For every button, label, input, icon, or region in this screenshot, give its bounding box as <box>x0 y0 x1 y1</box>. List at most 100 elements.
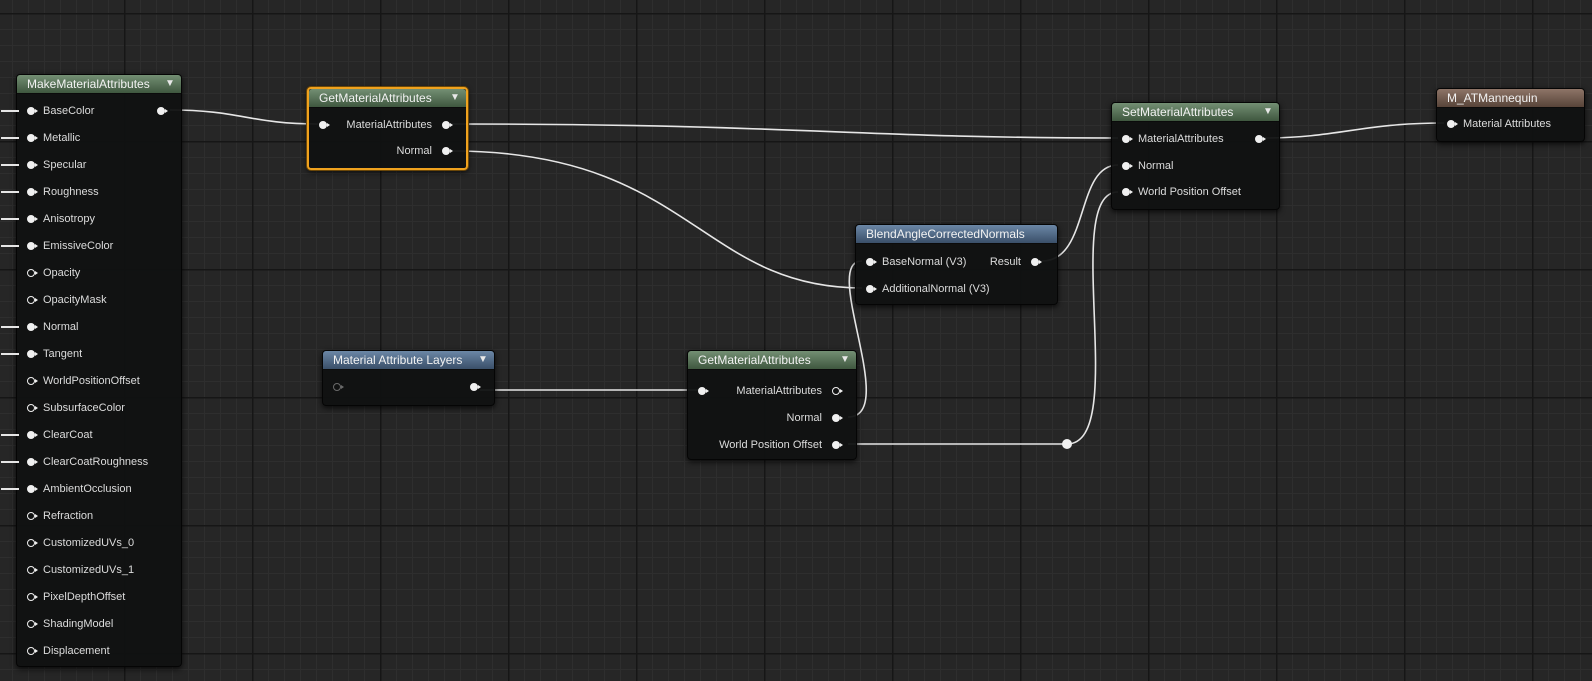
pin-row: World Position Offset <box>688 438 856 452</box>
pin-filled-icon[interactable] <box>832 441 843 449</box>
node-title: MakeMaterialAttributes <box>27 77 150 91</box>
pin-filled-icon[interactable] <box>1122 188 1133 196</box>
pin-filled-icon[interactable] <box>27 350 38 358</box>
pin-label: EmissiveColor <box>43 240 114 252</box>
make-material-attributes-node[interactable]: MakeMaterialAttributes ▼ BaseColor Metall… <box>1 74 182 667</box>
chevron-down-icon[interactable]: ▼ <box>448 89 462 107</box>
pin-filled-icon[interactable] <box>1122 135 1133 143</box>
pin-filled-icon[interactable] <box>27 431 38 439</box>
material-attribute-layers-node[interactable]: Material Attribute Layers ▼ <box>322 350 495 406</box>
pin-label: CustomizedUVs_0 <box>43 537 135 549</box>
wires-layer <box>169 109 1445 445</box>
node-header[interactable]: M_ATMannequin <box>1437 89 1584 108</box>
pin-row: Metallic <box>1 131 181 145</box>
pin-hollow-icon[interactable] <box>832 387 843 395</box>
pin-hollow-icon[interactable] <box>27 539 38 547</box>
pin-filled-icon[interactable] <box>470 383 481 391</box>
pin-row: Specular <box>1 158 181 172</box>
pin-filled-icon[interactable] <box>27 458 38 466</box>
pin-label: PixelDepthOffset <box>43 591 126 603</box>
pin-filled-icon[interactable] <box>157 107 168 115</box>
pin-filled-icon[interactable] <box>832 414 843 422</box>
pin-filled-icon[interactable] <box>27 323 38 331</box>
node-header[interactable]: MakeMaterialAttributes ▼ <box>17 75 181 94</box>
pin-row: Normal <box>1112 159 1279 173</box>
pin-filled-icon[interactable] <box>1031 258 1042 266</box>
wire-stub <box>1 488 19 490</box>
wire-stub <box>1 245 19 247</box>
pin-hollow-icon[interactable] <box>27 512 38 520</box>
pin-filled-icon[interactable] <box>1447 120 1458 128</box>
get-material-attributes-node-top[interactable]: GetMaterialAttributes ▼ MaterialAttribut… <box>307 87 468 170</box>
pin-hollow-icon[interactable] <box>27 269 38 277</box>
pin-filled-icon[interactable] <box>1255 135 1266 143</box>
pin-row: PixelDepthOffset <box>17 590 181 604</box>
pin-label: Displacement <box>43 645 110 657</box>
pin-row: MaterialAttributes <box>309 118 466 132</box>
pin-filled-icon[interactable] <box>27 161 38 169</box>
pin-row: EmissiveColor <box>1 239 181 253</box>
pin-row: BaseNormal (V3) Result <box>856 255 1057 269</box>
chevron-down-icon[interactable]: ▼ <box>476 351 490 369</box>
pin-label: BaseColor <box>43 105 95 117</box>
wire-stub <box>1 137 19 139</box>
pin-filled-icon[interactable] <box>27 107 38 115</box>
pin-hollow-icon[interactable] <box>27 647 38 655</box>
pin-filled-icon[interactable] <box>27 134 38 142</box>
pin-row: ShadingModel <box>17 617 181 631</box>
wire-basecolor-to-get[interactable] <box>169 109 319 125</box>
pin-label: AmbientOcclusion <box>43 483 132 495</box>
node-header[interactable]: GetMaterialAttributes ▼ <box>688 351 856 370</box>
pin-hollow-icon[interactable] <box>27 377 38 385</box>
chevron-down-icon[interactable]: ▼ <box>838 351 852 369</box>
wire-stub <box>1 164 19 166</box>
node-header[interactable]: SetMaterialAttributes ▼ <box>1112 103 1279 122</box>
pin-row: World Position Offset <box>1112 185 1279 199</box>
pin-filled-icon[interactable] <box>442 121 453 129</box>
set-material-attributes-node[interactable]: SetMaterialAttributes ▼ MaterialAttribut… <box>1111 102 1280 210</box>
pin-row: Refraction <box>17 509 181 523</box>
pin-label: WorldPositionOffset <box>43 375 140 387</box>
pin-hollow-icon[interactable] <box>27 404 38 412</box>
reroute-node[interactable] <box>1062 439 1072 449</box>
node-header[interactable]: GetMaterialAttributes ▼ <box>309 89 466 108</box>
pin-label: ClearCoat <box>43 429 93 441</box>
blend-angle-corrected-normals-node[interactable]: BlendAngleCorrectedNormals BaseNormal (V… <box>855 224 1058 305</box>
pin-row: Normal <box>688 411 856 425</box>
pin-row: CustomizedUVs_1 <box>17 563 181 577</box>
pin-hollow-icon[interactable] <box>333 383 344 391</box>
pin-hollow-icon[interactable] <box>27 620 38 628</box>
pin-filled-icon[interactable] <box>698 387 709 395</box>
pin-filled-icon[interactable] <box>442 147 453 155</box>
wire-get-ma-to-set[interactable] <box>451 123 1119 139</box>
pin-filled-icon[interactable] <box>866 258 877 266</box>
pin-filled-icon[interactable] <box>1122 162 1133 170</box>
chevron-down-icon[interactable]: ▼ <box>163 75 177 93</box>
wire-get-normal-to-blend[interactable] <box>451 150 863 289</box>
node-title: GetMaterialAttributes <box>319 91 432 105</box>
wire-stub <box>1 434 19 436</box>
pin-filled-icon[interactable] <box>27 485 38 493</box>
pin-row: Opacity <box>17 266 181 280</box>
pin-label: Normal <box>43 321 79 333</box>
pin-hollow-icon[interactable] <box>27 566 38 574</box>
wire-reroute-to-set-wpo[interactable] <box>1066 191 1119 445</box>
node-header[interactable]: Material Attribute Layers ▼ <box>323 351 494 370</box>
pin-filled-icon[interactable] <box>866 285 877 293</box>
pin-row: Normal <box>309 144 466 158</box>
pin-row: Displacement <box>17 644 181 658</box>
get-material-attributes-node-bottom[interactable]: GetMaterialAttributes ▼ MaterialAttribut… <box>687 350 857 460</box>
pin-filled-icon[interactable] <box>27 242 38 250</box>
pin-hollow-icon[interactable] <box>27 593 38 601</box>
wire-set-to-result[interactable] <box>1261 122 1445 139</box>
node-header[interactable]: BlendAngleCorrectedNormals <box>856 225 1057 244</box>
pin-filled-icon[interactable] <box>27 188 38 196</box>
pin-row: Normal <box>1 320 181 334</box>
material-result-node[interactable]: M_ATMannequin Material Attributes <box>1436 88 1585 142</box>
pin-hollow-icon[interactable] <box>27 296 38 304</box>
pin-label: World Position Offset <box>1138 186 1241 198</box>
chevron-down-icon[interactable]: ▼ <box>1261 103 1275 121</box>
pin-filled-icon[interactable] <box>27 215 38 223</box>
pin-row: OpacityMask <box>17 293 181 307</box>
pin-row: Tangent <box>1 347 181 361</box>
